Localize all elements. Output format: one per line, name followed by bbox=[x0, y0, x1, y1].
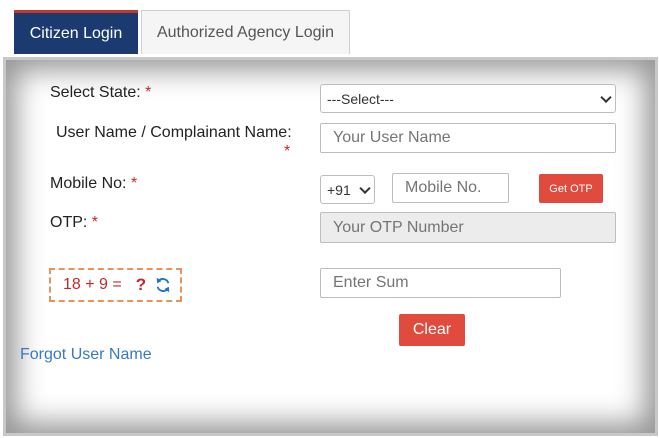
required-mark: * bbox=[91, 214, 99, 231]
captcha-unknown: ? bbox=[135, 275, 147, 294]
get-otp-button[interactable]: Get OTP bbox=[539, 174, 603, 203]
refresh-icon[interactable] bbox=[154, 276, 172, 294]
country-code-select[interactable]: +91 bbox=[320, 175, 375, 204]
tab-agency-login[interactable]: Authorized Agency Login bbox=[141, 10, 350, 54]
clear-button[interactable]: Clear bbox=[399, 314, 465, 346]
chevron-down-icon bbox=[600, 91, 612, 103]
otp-input bbox=[320, 212, 616, 243]
username-input[interactable] bbox=[320, 123, 616, 153]
required-mark: * bbox=[145, 84, 152, 101]
required-mark: * bbox=[284, 143, 291, 160]
mobile-input[interactable] bbox=[392, 173, 509, 203]
country-code-value: +91 bbox=[327, 181, 351, 198]
username-label: User Name / Complainant Name: bbox=[56, 124, 292, 141]
tab-citizen-login[interactable]: Citizen Login bbox=[14, 10, 138, 54]
otp-label: OTP: * bbox=[50, 214, 99, 231]
state-label: Select State: * bbox=[50, 84, 152, 101]
mobile-label: Mobile No: * bbox=[50, 175, 138, 192]
captcha-box: 18 + 9 = ? bbox=[49, 268, 182, 302]
chevron-down-icon bbox=[359, 182, 371, 194]
forgot-username-link[interactable]: Forgot User Name bbox=[20, 346, 152, 364]
required-mark: * bbox=[130, 175, 138, 192]
state-select[interactable]: ---Select--- bbox=[320, 84, 616, 113]
captcha-expression: 18 + 9 = bbox=[63, 276, 122, 293]
captcha-sum-input[interactable] bbox=[320, 268, 561, 298]
login-panel bbox=[3, 57, 658, 436]
state-select-value: ---Select--- bbox=[327, 90, 394, 107]
